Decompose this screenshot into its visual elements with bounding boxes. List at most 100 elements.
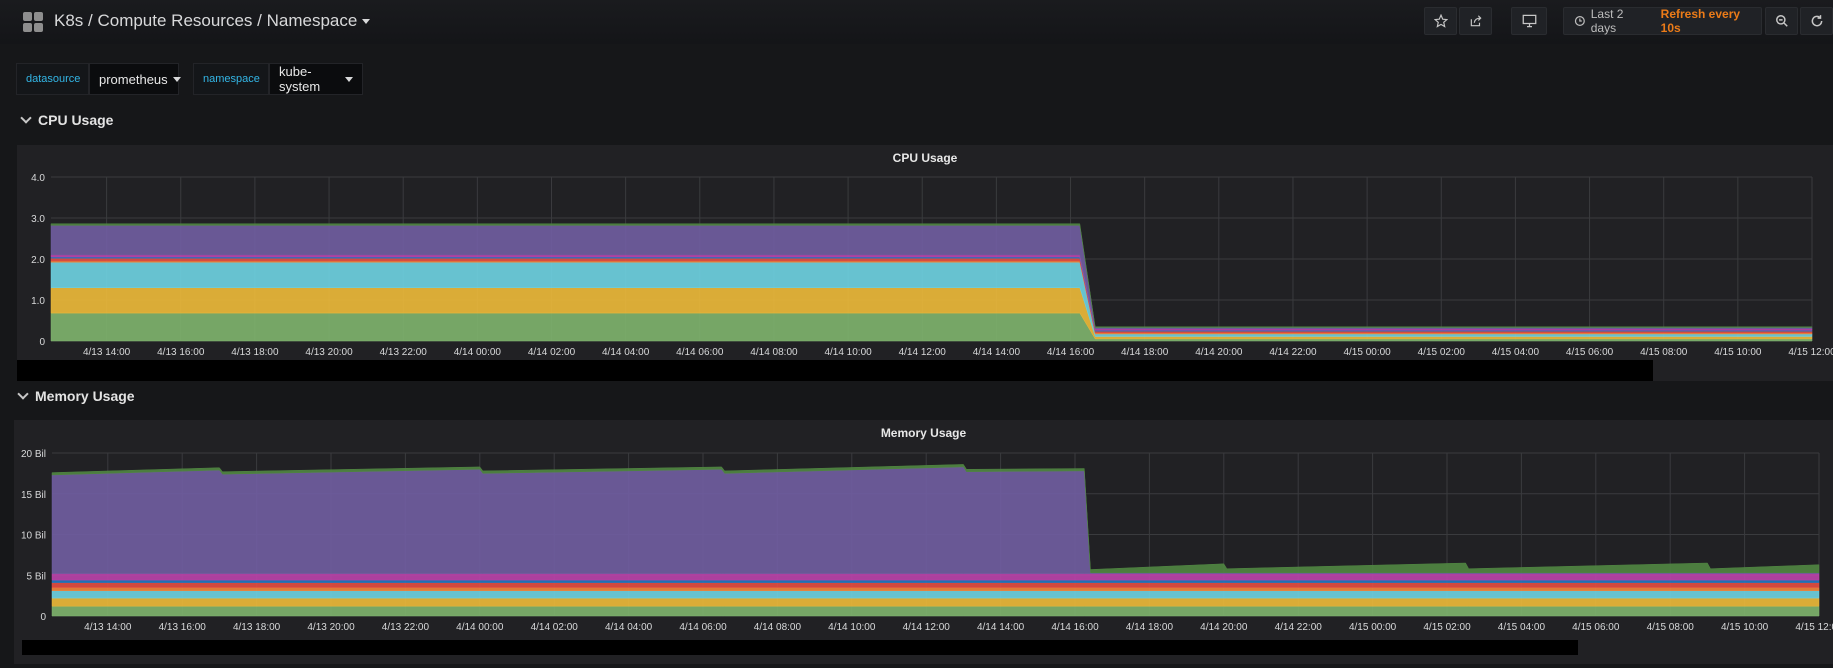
row-header-memory[interactable]: Memory Usage bbox=[17, 388, 135, 404]
x-tick-label: 4/15 06:00 bbox=[1566, 347, 1614, 358]
x-tick-label: 4/14 20:00 bbox=[1200, 622, 1248, 633]
x-tick-label: 4/14 22:00 bbox=[1275, 622, 1323, 633]
y-tick-label: 20 Bil bbox=[21, 449, 46, 460]
variable-namespace-value: kube-system bbox=[279, 64, 321, 94]
memory-legend-area bbox=[22, 640, 1578, 655]
dashboard-title: K8s / Compute Resources / Namespace bbox=[54, 11, 358, 30]
x-tick-label: 4/14 02:00 bbox=[528, 347, 576, 358]
x-tick-label: 4/14 00:00 bbox=[454, 347, 502, 358]
x-tick-label: 4/15 04:00 bbox=[1498, 622, 1546, 633]
y-tick-label: 15 Bil bbox=[21, 490, 46, 501]
star-icon bbox=[1433, 14, 1448, 28]
y-tick-label: 5 Bil bbox=[27, 571, 46, 582]
x-tick-label: 4/15 08:00 bbox=[1647, 622, 1695, 633]
area-series-red[interactable] bbox=[51, 582, 1820, 588]
x-tick-label: 4/14 02:00 bbox=[531, 622, 579, 633]
x-tick-label: 4/15 06:00 bbox=[1572, 622, 1620, 633]
area-series-cyan[interactable] bbox=[51, 590, 1820, 599]
y-tick-label: 0 bbox=[40, 612, 46, 623]
refresh-icon bbox=[1811, 15, 1822, 27]
x-tick-label: 4/13 16:00 bbox=[159, 622, 207, 633]
panel-cpu-usage: CPU Usage 0 1.0 2.0 3.0 4.0 4/13 14:00 4/13 16… bbox=[17, 145, 1833, 381]
x-tick-label: 4/14 10:00 bbox=[824, 347, 872, 358]
chevron-down-icon bbox=[172, 76, 181, 82]
collapse-chevron-icon bbox=[20, 112, 32, 124]
variable-namespace-label: namespace bbox=[193, 63, 269, 95]
y-tick-label: 0 bbox=[39, 337, 45, 348]
x-tick-label: 4/14 16:00 bbox=[1047, 347, 1095, 358]
x-tick-label: 4/14 08:00 bbox=[750, 347, 798, 358]
row-header-cpu[interactable]: CPU Usage bbox=[20, 112, 113, 128]
area-series-green[interactable] bbox=[51, 605, 1820, 617]
memory-usage-chart[interactable]: 0 5 Bil 10 Bil 15 Bil 20 Bil 4/13 14:00 4/13 1… bbox=[14, 420, 1833, 644]
collapse-chevron-icon bbox=[17, 388, 29, 400]
zoom-out-icon bbox=[1775, 15, 1788, 27]
cpu-usage-chart[interactable]: 0 1.0 2.0 3.0 4.0 4/13 14:00 4/13 16:00 4/13 18… bbox=[17, 145, 1833, 365]
y-tick-label: 1.0 bbox=[31, 296, 45, 307]
y-tick-label: 3.0 bbox=[31, 214, 45, 225]
y-tick-label: 10 Bil bbox=[21, 531, 46, 542]
x-tick-label: 4/14 18:00 bbox=[1121, 347, 1169, 358]
x-tick-label: 4/14 12:00 bbox=[903, 622, 951, 633]
x-tick-label: 4/15 10:00 bbox=[1721, 622, 1769, 633]
top-navbar: K8s / Compute Resources / Namespace Last… bbox=[0, 0, 1833, 44]
x-tick-label: 4/14 08:00 bbox=[754, 622, 802, 633]
y-tick-label: 4.0 bbox=[31, 173, 45, 184]
x-tick-label: 4/13 20:00 bbox=[305, 347, 353, 358]
zoom-out-button[interactable] bbox=[1765, 7, 1798, 35]
time-range-label: Last 2 days bbox=[1590, 7, 1624, 35]
panel-memory-usage: Memory Usage 05 Bil 10 Bil 15 Bil 20 Bil 4/1… bbox=[14, 420, 1833, 664]
dashboard-grid-icon[interactable] bbox=[23, 12, 43, 32]
area-series-yellow[interactable] bbox=[51, 597, 1820, 607]
x-tick-label: 4/14 18:00 bbox=[1126, 622, 1174, 633]
tv-monitor-icon bbox=[1522, 14, 1536, 28]
x-tick-label: 4/14 12:00 bbox=[899, 347, 947, 358]
tv-mode-button[interactable] bbox=[1511, 7, 1547, 35]
x-tick-label: 4/14 06:00 bbox=[676, 347, 724, 358]
x-tick-label: 4/14 20:00 bbox=[1195, 347, 1243, 358]
refresh-interval-label: Refresh every 10s bbox=[1660, 7, 1741, 35]
share-icon bbox=[1470, 15, 1481, 27]
x-tick-label: 4/13 14:00 bbox=[84, 622, 132, 633]
area-series-orange[interactable] bbox=[51, 587, 1820, 591]
x-tick-label: 4/15 04:00 bbox=[1492, 347, 1540, 358]
dashboard-title-picker[interactable]: K8s / Compute Resources / Namespace bbox=[54, 11, 371, 31]
x-tick-label: 4/14 04:00 bbox=[602, 347, 650, 358]
cpu-legend-area bbox=[17, 360, 1653, 381]
x-tick-label: 4/14 10:00 bbox=[828, 622, 876, 633]
clock-icon bbox=[1574, 15, 1585, 27]
variable-datasource-select[interactable]: prometheus bbox=[89, 63, 181, 95]
x-tick-label: 4/14 16:00 bbox=[1051, 622, 1099, 633]
x-tick-label: 4/13 22:00 bbox=[382, 622, 430, 633]
x-tick-label: 4/14 04:00 bbox=[605, 622, 653, 633]
x-tick-label: 4/15 12:00 bbox=[1795, 622, 1833, 633]
x-tick-label: 4/15 10:00 bbox=[1714, 347, 1762, 358]
row-title-memory: Memory Usage bbox=[35, 388, 135, 404]
area-series-purple[interactable] bbox=[51, 466, 1820, 574]
time-picker-button[interactable]: Last 2 days Refresh every 10s bbox=[1563, 7, 1762, 35]
y-tick-label: 2.0 bbox=[31, 255, 45, 266]
x-tick-label: 4/14 14:00 bbox=[977, 622, 1025, 633]
area-series-blue[interactable] bbox=[51, 579, 1820, 583]
x-tick-label: 4/15 02:00 bbox=[1423, 622, 1471, 633]
star-button[interactable] bbox=[1424, 7, 1457, 35]
area-series-pink[interactable] bbox=[51, 573, 1820, 581]
variable-namespace-select[interactable]: kube-system bbox=[269, 63, 363, 95]
x-tick-label: 4/13 14:00 bbox=[83, 347, 131, 358]
x-tick-label: 4/15 00:00 bbox=[1343, 347, 1391, 358]
refresh-button[interactable] bbox=[1800, 7, 1833, 35]
x-tick-label: 4/13 18:00 bbox=[233, 622, 281, 633]
share-button[interactable] bbox=[1459, 7, 1492, 35]
x-tick-label: 4/13 18:00 bbox=[231, 347, 279, 358]
chevron-down-icon bbox=[362, 19, 371, 25]
x-tick-label: 4/14 06:00 bbox=[679, 622, 727, 633]
x-tick-label: 4/13 22:00 bbox=[380, 347, 428, 358]
x-tick-label: 4/14 22:00 bbox=[1269, 347, 1317, 358]
x-tick-label: 4/13 20:00 bbox=[307, 622, 355, 633]
variable-datasource-label: datasource bbox=[16, 63, 89, 95]
x-tick-label: 4/15 08:00 bbox=[1640, 347, 1688, 358]
chevron-down-icon bbox=[345, 76, 353, 82]
x-tick-label: 4/15 00:00 bbox=[1349, 622, 1397, 633]
variable-datasource-value: prometheus bbox=[99, 71, 168, 87]
x-tick-label: 4/13 16:00 bbox=[157, 347, 205, 358]
